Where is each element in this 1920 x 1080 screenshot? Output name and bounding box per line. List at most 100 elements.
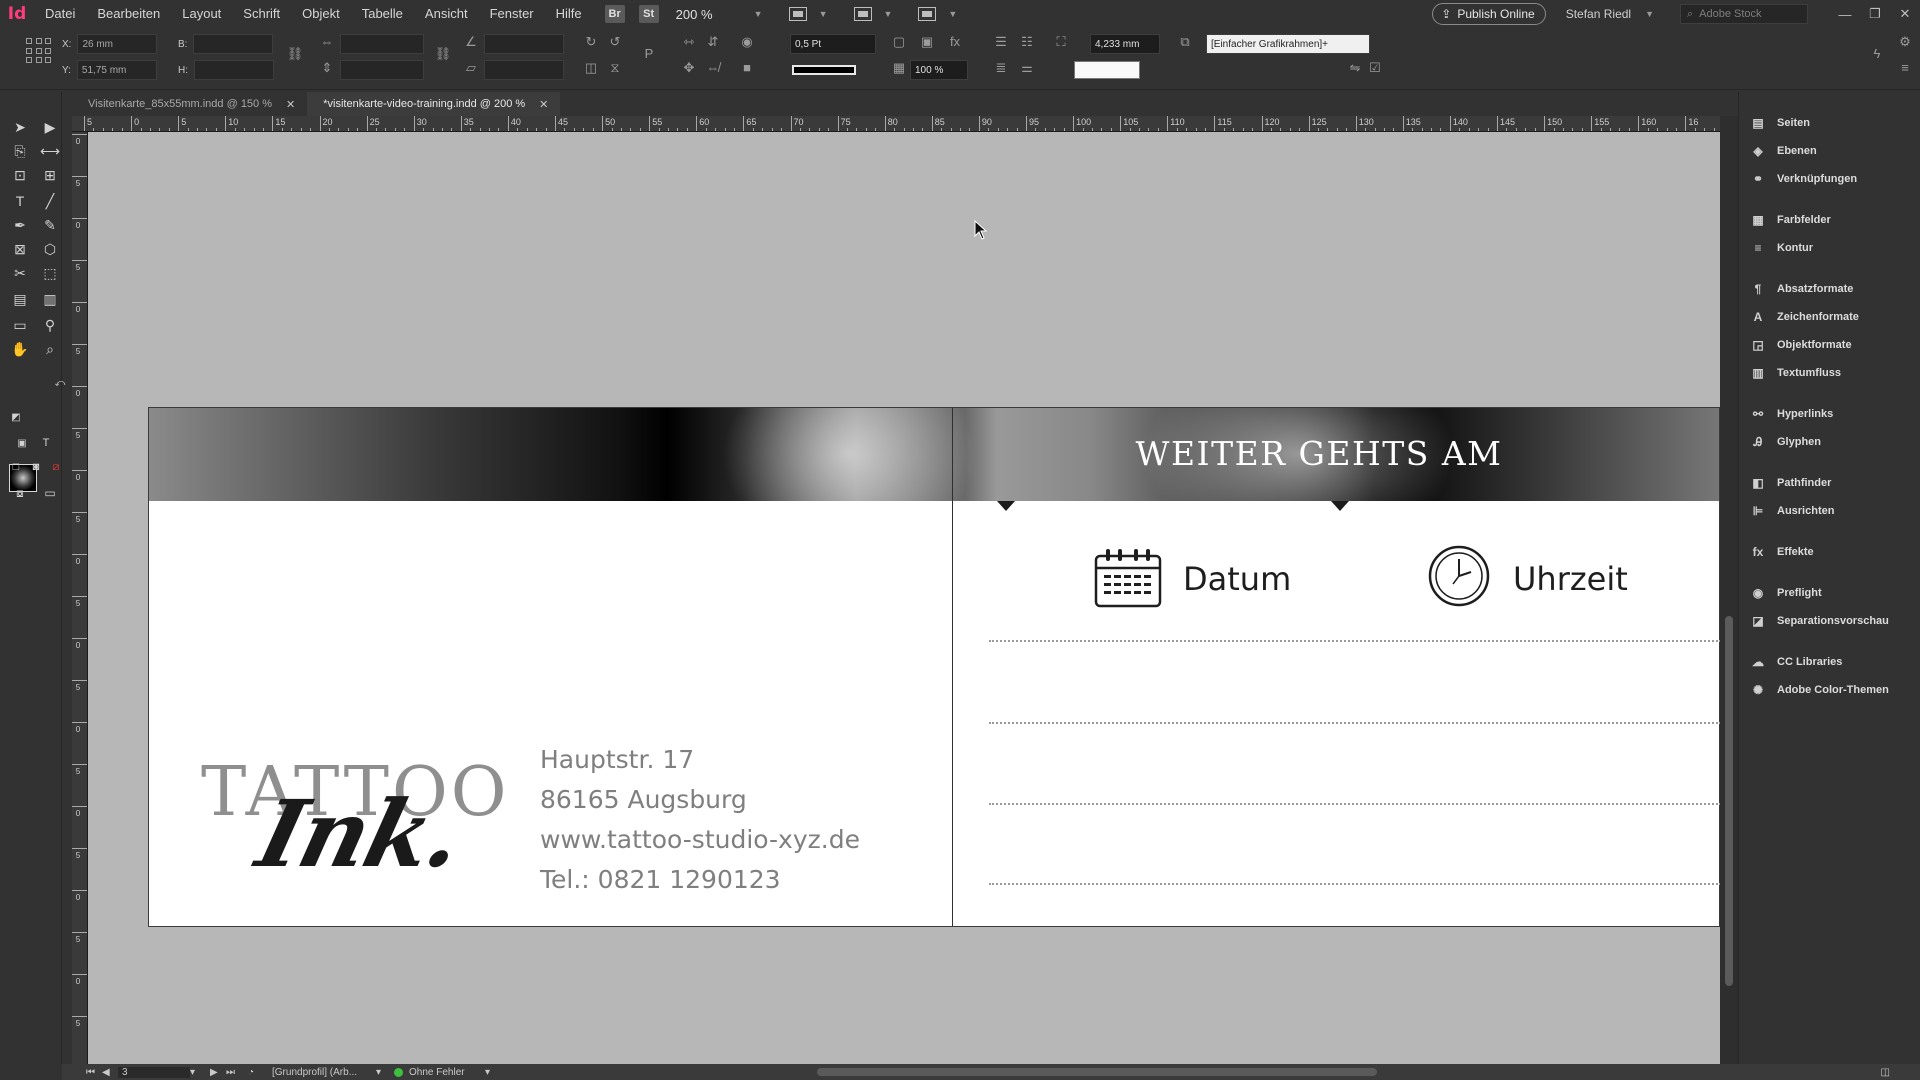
preflight-status[interactable]: Ohne Fehler [409, 1067, 485, 1078]
time-label[interactable]: Uhrzeit [1513, 560, 1628, 598]
y-position-field[interactable]: 51,75 mm [76, 60, 157, 80]
frame-fitting-offset-field[interactable]: 4,233 mm [1090, 34, 1160, 54]
panel-glyphs[interactable]: Ꭿ Glyphen [1749, 431, 1821, 453]
arrange-documents-icon[interactable] [918, 7, 937, 21]
stroke-type-control[interactable] [792, 60, 856, 80]
constrain-scale-icon[interactable]: ⛓ [434, 46, 452, 66]
rotation-angle-field[interactable] [484, 34, 564, 54]
panel-cc-libraries[interactable]: ☁ CC Libraries [1749, 651, 1842, 673]
auto-fit-icon[interactable]: ⛶ [1052, 34, 1070, 54]
view-options-icon[interactable] [853, 7, 872, 21]
rectangle-frame-tool-icon[interactable]: ⊠ [8, 238, 32, 260]
formatting-container-icon[interactable]: ▣ [10, 432, 34, 454]
restore-icon[interactable]: ❐ [1860, 6, 1890, 22]
view-options-dropdown-icon[interactable]: ▼ [884, 9, 893, 19]
stock-button[interactable]: St [638, 5, 659, 23]
fill-swatch-icon[interactable]: ◉ [738, 34, 756, 54]
horizontal-scrollbar-thumb[interactable] [817, 1068, 1377, 1076]
screen-mode-icon[interactable] [788, 7, 807, 21]
rotate-ccw-icon[interactable]: ↺ [606, 34, 624, 54]
user-dropdown-icon[interactable]: ▼ [1645, 9, 1654, 19]
control-settings-icon[interactable]: ⚙ [1896, 34, 1914, 54]
minimize-icon[interactable]: — [1830, 7, 1860, 22]
wrap-jump-icon[interactable]: ⚌ [1018, 60, 1036, 80]
address-city[interactable]: 86165 Augsburg [540, 785, 747, 814]
preview-mode-icon[interactable]: ▭ [38, 482, 62, 504]
wrap-bounding-icon[interactable]: ☷ [1018, 34, 1036, 54]
address-phone[interactable]: Tel.: 0821 1290123 [540, 865, 781, 894]
preflight-profile[interactable]: [Grundprofil] (Arb... [272, 1067, 376, 1078]
last-page-icon[interactable]: ⏭ [226, 1067, 248, 1078]
select-previous-icon[interactable]: ✥ [680, 60, 698, 80]
default-fill-stroke-icon[interactable]: ◩ [4, 406, 28, 428]
zoom-dropdown-icon[interactable]: ▼ [754, 9, 763, 19]
panel-effects[interactable]: fx Effekte [1749, 541, 1814, 563]
horizontal-ruler[interactable]: 5 0 5 10 15 20 25 30 35 40 45 50 55 60 65 70 75 80 85 90 95 1… [72, 116, 1720, 132]
zoom-tool-icon[interactable]: ⌕ [38, 338, 62, 360]
panel-stroke[interactable]: ≡ Kontur [1749, 237, 1813, 259]
polygon-tool-icon[interactable]: ⬡ [38, 238, 62, 260]
menu-bearbeiten[interactable]: Bearbeiten [86, 0, 171, 28]
scale-y-field[interactable] [340, 60, 424, 80]
selection-tool-icon[interactable]: ➤ [8, 116, 32, 138]
flip-vertical-icon[interactable]: ⇵ [704, 34, 722, 54]
select-content-icon[interactable]: ⧖ [606, 60, 624, 80]
arrange-dropdown-icon[interactable]: ▼ [948, 9, 957, 19]
logo-ink-script[interactable]: Ink. [248, 780, 473, 888]
panel-character-styles[interactable]: A Zeichenformate [1749, 306, 1859, 328]
business-card-spread[interactable]: WEITER GEHTS AM Datum Uhrzeit TATTOO Ink… [148, 407, 1720, 927]
content-placer-icon[interactable]: ⊞ [38, 164, 62, 186]
formatting-text-icon[interactable]: T [34, 432, 58, 454]
flip-horizontal-icon[interactable]: ⇿ [680, 34, 698, 54]
bridge-button[interactable]: Br [604, 5, 625, 23]
content-collector-icon[interactable]: ⊡ [8, 164, 32, 186]
corner-options-icon[interactable]: ▢ [890, 34, 908, 54]
panel-separations[interactable]: ◪ Separationsvorschau [1749, 610, 1889, 632]
free-transform-tool-icon[interactable]: ⬚ [38, 262, 62, 284]
scissors-tool-icon[interactable]: ✂ [8, 262, 32, 284]
panel-paragraph-styles[interactable]: ¶ Absatzformate [1749, 278, 1854, 300]
stroke-swatch-icon[interactable]: ■ [738, 60, 756, 80]
menu-ansicht[interactable]: Ansicht [414, 0, 479, 28]
clear-overrides-icon[interactable]: ⇋ [1346, 60, 1364, 80]
user-account[interactable]: Stefan Riedl [1566, 7, 1631, 21]
menu-fenster[interactable]: Fenster [479, 0, 545, 28]
adobe-stock-search-input[interactable]: ⌕ Adobe Stock [1680, 4, 1808, 24]
reference-point-icon[interactable] [26, 38, 52, 64]
line-tool-icon[interactable]: ╱ [38, 190, 62, 212]
control-menu-icon[interactable]: ≡ [1896, 60, 1914, 80]
preflight-dropdown-icon[interactable]: ▾ [485, 1067, 499, 1078]
object-style-options-icon[interactable]: ☑ [1366, 60, 1384, 80]
normal-mode-icon[interactable]: ⧇ [8, 482, 32, 504]
panel-layers[interactable]: ◈ Ebenen [1749, 140, 1816, 162]
address-street[interactable]: Hauptstr. 17 [540, 745, 694, 774]
opacity-field[interactable]: 100 % [910, 60, 968, 80]
panel-swatches[interactable]: ▦ Farbfelder [1749, 209, 1830, 231]
next-page-icon[interactable]: ▶ [210, 1067, 226, 1078]
scale-x-field[interactable] [340, 34, 424, 54]
tab-visitenkarte-85x55[interactable]: Visitenkarte_85x55mm.indd @ 150 % ✕ [72, 92, 307, 116]
close-window-icon[interactable]: ✕ [1890, 6, 1920, 22]
gap-tool-icon[interactable]: ⟷ [38, 140, 62, 162]
stroke-weight-field[interactable]: 0,5 Pt [790, 34, 876, 54]
fill-color-control[interactable] [1074, 60, 1140, 80]
direct-selection-tool-icon[interactable]: ▶ [38, 116, 62, 138]
vertical-scrollbar-thumb[interactable] [1725, 616, 1733, 986]
pen-tool-icon[interactable]: ✒ [8, 214, 32, 236]
menu-schrift[interactable]: Schrift [232, 0, 291, 28]
panel-align[interactable]: ⊫ Ausrichten [1749, 500, 1835, 522]
drop-shadow-icon[interactable]: ▣ [918, 34, 936, 54]
banner-title[interactable]: WEITER GEHTS AM [1009, 434, 1629, 473]
menu-tabelle[interactable]: Tabelle [351, 0, 414, 28]
constrain-proportions-icon[interactable]: ⛓ [286, 46, 304, 66]
wrap-none-icon[interactable]: ☰ [992, 34, 1010, 54]
pencil-tool-icon[interactable]: ✎ [38, 214, 62, 236]
panel-object-styles[interactable]: ◲ Objektformate [1749, 334, 1851, 356]
wrap-shape-icon[interactable]: ≣ [992, 60, 1010, 80]
swap-fill-stroke-icon[interactable]: ⤺ [48, 372, 72, 394]
tab-visitenkarte-video-training[interactable]: *visitenkarte-video-training.indd @ 200 … [307, 92, 561, 116]
panel-hyperlinks[interactable]: ⚯ Hyperlinks [1749, 403, 1833, 425]
zoom-level[interactable]: 200 % [676, 7, 746, 22]
page-dropdown-icon[interactable]: ▾ [190, 1067, 204, 1078]
panel-pathfinder[interactable]: ◧ Pathfinder [1749, 472, 1831, 494]
